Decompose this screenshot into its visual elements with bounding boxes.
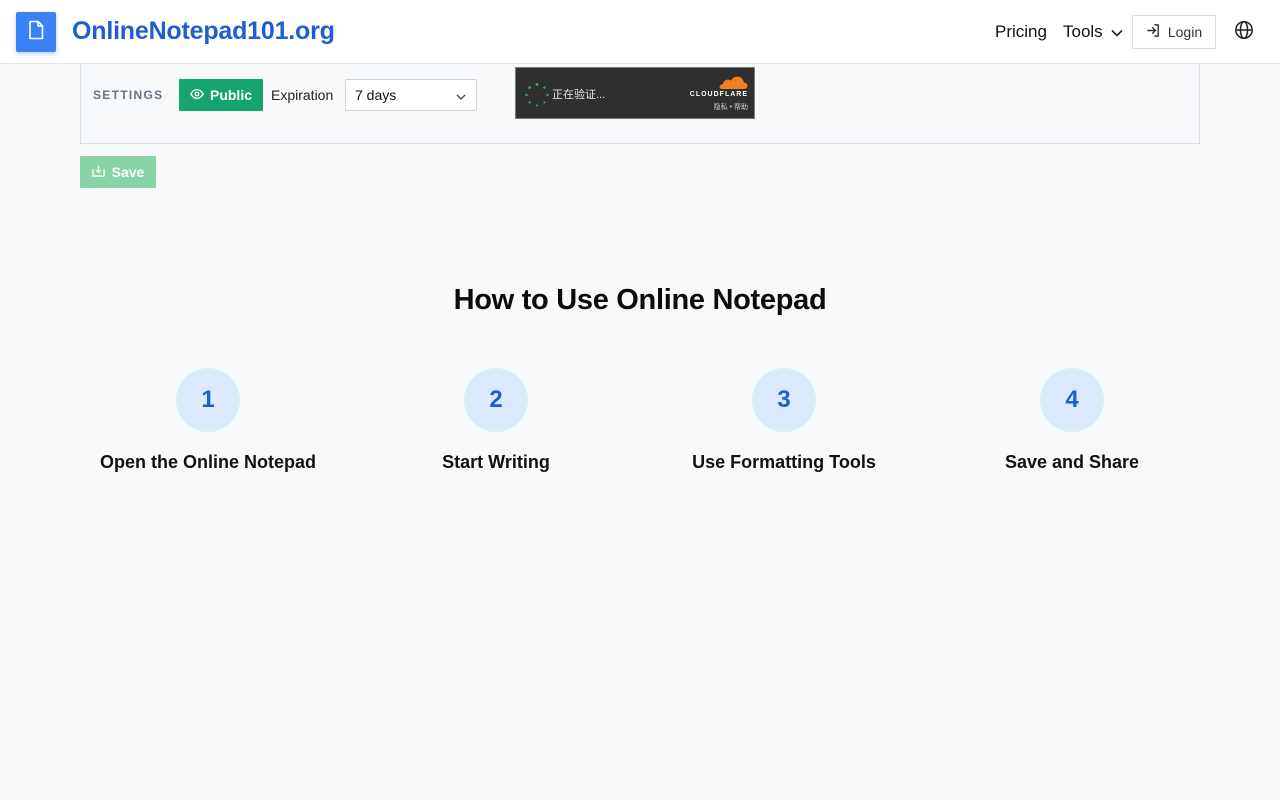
settings-label: SETTINGS bbox=[93, 88, 164, 102]
captcha-status: 正在验证... bbox=[552, 89, 606, 101]
step-title: Start Writing bbox=[442, 452, 550, 472]
captcha-links[interactable]: 隐私 • 帮助 bbox=[714, 102, 748, 112]
loading-spinner-icon bbox=[524, 82, 550, 108]
step-title: Use Formatting Tools bbox=[692, 452, 876, 472]
save-icon bbox=[91, 164, 105, 180]
document-icon bbox=[27, 20, 45, 45]
step-number: 1 bbox=[176, 368, 240, 432]
login-label: Login bbox=[1167, 24, 1203, 40]
howto-heading: How to Use Online Notepad bbox=[453, 284, 827, 316]
chevron-down-icon bbox=[1111, 22, 1123, 42]
chevron-down-icon bbox=[456, 87, 466, 103]
expiration-value: 7 days bbox=[355, 87, 397, 103]
step-number: 4 bbox=[1040, 368, 1104, 432]
step-card: 4 Save and Share bbox=[928, 368, 1216, 473]
step-number: 2 bbox=[464, 368, 528, 432]
step-card: 1 Open the Online Notepad bbox=[64, 368, 352, 473]
nav-tools-menu[interactable]: Tools bbox=[1063, 22, 1123, 42]
expiration-label: Expiration bbox=[271, 87, 334, 103]
visibility-label: Public bbox=[209, 87, 252, 103]
login-arrow-icon bbox=[1146, 23, 1161, 41]
nav-tools-label: Tools bbox=[1063, 22, 1103, 41]
logo-button[interactable] bbox=[16, 12, 56, 52]
step-number: 3 bbox=[752, 368, 816, 432]
site-header: OnlineNotepad101.org Pricing Tools Login bbox=[0, 0, 1280, 64]
expiration-select[interactable]: 7 days bbox=[345, 79, 477, 111]
step-title: Open the Online Notepad bbox=[99, 452, 316, 472]
save-label: Save bbox=[111, 164, 145, 180]
save-button[interactable]: Save bbox=[80, 156, 156, 188]
step-title: Save and Share bbox=[1004, 452, 1140, 472]
visibility-public-button[interactable]: Public bbox=[179, 79, 263, 111]
globe-icon bbox=[1234, 20, 1254, 45]
brand-name[interactable]: OnlineNotepad101.org bbox=[72, 17, 335, 46]
step-card: 2 Start Writing bbox=[352, 368, 640, 473]
login-button[interactable]: Login bbox=[1132, 15, 1216, 49]
step-card: 3 Use Formatting Tools bbox=[640, 368, 928, 473]
nav-pricing-link[interactable]: Pricing bbox=[995, 22, 1047, 42]
language-button[interactable] bbox=[1228, 16, 1260, 48]
eye-icon bbox=[190, 87, 204, 103]
captcha-widget[interactable]: 正在验证... CLOUDFLARE 隐私 • 帮助 bbox=[515, 67, 755, 119]
captcha-brand: CLOUDFLARE bbox=[689, 91, 748, 98]
